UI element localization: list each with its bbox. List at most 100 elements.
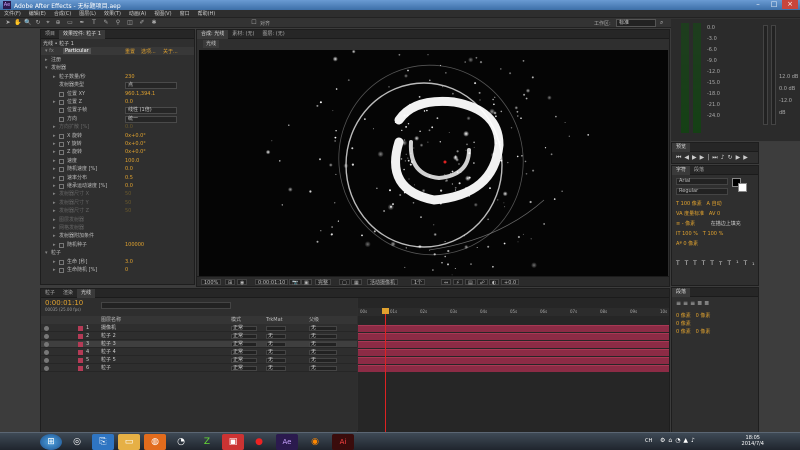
view-layout-select[interactable]: 1个	[411, 279, 426, 286]
property-value[interactable]: 230	[125, 74, 135, 81]
play-icon[interactable]: ▶	[692, 154, 700, 161]
stopwatch-icon[interactable]	[59, 100, 64, 105]
menu-help[interactable]: 帮助(H)	[194, 10, 220, 18]
menu-file[interactable]: 文件(F)	[0, 10, 25, 18]
disclosure-triangle-icon[interactable]: ▸	[53, 133, 56, 140]
blend-mode-select[interactable]: 正常	[231, 342, 257, 347]
effect-property-row[interactable]: ▸ 随机速度 [%] 0.0	[41, 166, 194, 173]
parent-select[interactable]: 无	[309, 326, 337, 331]
effect-property-row[interactable]: ▸ Y 旋转 0x+0.0°	[41, 141, 194, 148]
disclosure-triangle-icon[interactable]: ▸	[53, 149, 56, 156]
audio-slider-right[interactable]	[771, 25, 776, 125]
align-left-icon[interactable]: ≡	[676, 300, 683, 307]
faux-italic-button[interactable]: T	[685, 260, 694, 267]
visibility-eye-icon[interactable]	[44, 358, 49, 363]
camera-snapshot-icon[interactable]: 📷	[289, 279, 302, 286]
tab-timeline-particles[interactable]: 粒子	[41, 289, 59, 298]
property-value[interactable]: 960.1,394.1	[125, 91, 155, 98]
effect-property-row[interactable]: ▸ X 旋转 0x+0.0°	[41, 133, 194, 140]
effect-property-row[interactable]: ▸ 图层发射器	[41, 217, 194, 224]
baidu-app-icon[interactable]: ◎	[66, 434, 88, 450]
faux-bold-button[interactable]: T	[676, 260, 685, 267]
indent-left[interactable]: 0 像素	[676, 313, 691, 319]
property-dropdown[interactable]: 统一	[125, 115, 177, 123]
disclosure-triangle-icon[interactable]: ▸	[53, 217, 56, 224]
effect-property-row[interactable]: ▸ 速度 100.0	[41, 158, 194, 165]
tracking-value[interactable]: 0	[717, 211, 720, 217]
time-ruler[interactable]: 00s 01s 02s 03s 04s 05s 06s 07s 08s 09s 10s	[358, 308, 669, 316]
stopwatch-icon[interactable]	[59, 175, 64, 181]
layer-name[interactable]: 粒子	[101, 365, 111, 372]
layer-search-input[interactable]	[101, 302, 231, 309]
menu-view[interactable]: 视图(V)	[150, 10, 175, 18]
track-matte-select[interactable]	[266, 326, 286, 331]
tab-paragraph[interactable]: 段落	[690, 166, 708, 175]
fx-toggle-icon[interactable]: ▾ fx	[45, 48, 54, 54]
qq-icon[interactable]: ◔	[170, 434, 192, 450]
close-button[interactable]: ×	[782, 0, 798, 9]
after-effects-taskbar-icon[interactable]: Ae	[276, 434, 298, 450]
disclosure-triangle-icon[interactable]: ▸	[53, 74, 56, 81]
selection-tool-icon[interactable]: ➤	[4, 19, 12, 27]
pan-behind-tool-icon[interactable]: ⊕	[54, 19, 62, 27]
text-tool-icon[interactable]: T	[90, 19, 98, 27]
stopwatch-icon[interactable]	[59, 167, 64, 173]
disclosure-triangle-icon[interactable]: ▸	[53, 166, 56, 173]
tray-icons[interactable]: ⚙⌂◔▲♪	[660, 437, 698, 444]
maximize-button[interactable]: □	[766, 0, 782, 9]
property-dropdown[interactable]: 线性 (1倍)	[125, 107, 177, 115]
timeline-icon[interactable]: ▤	[465, 279, 476, 286]
fast-preview-icon[interactable]: ⚡	[453, 279, 463, 286]
stopwatch-icon[interactable]	[59, 142, 64, 147]
property-value[interactable]: 0x+0.0°	[125, 141, 146, 148]
search-help-icon[interactable]: ⌕	[660, 19, 668, 27]
ram-preview-icon[interactable]: ▶▶	[736, 154, 751, 161]
effect-property-row[interactable]: ▸ 网格发射器	[41, 225, 194, 232]
menu-animation[interactable]: 动画(A)	[125, 10, 150, 18]
baseline-value[interactable]: 0 像素	[683, 241, 698, 247]
label-color-swatch[interactable]	[78, 358, 83, 363]
superscript-button[interactable]: T¹	[727, 260, 743, 267]
transparency-grid-icon[interactable]: ▦	[351, 279, 362, 286]
about-link[interactable]: 关于...	[163, 48, 178, 55]
layer-name[interactable]: 粒子 5	[101, 357, 116, 364]
property-value[interactable]: 50	[125, 200, 131, 207]
parent-select[interactable]: 无	[309, 350, 337, 355]
audio-icon[interactable]: ♪	[721, 154, 728, 161]
resolution-select[interactable]: 完整	[315, 279, 332, 286]
options-link[interactable]: 选项...	[141, 48, 156, 55]
disclosure-triangle-icon[interactable]: ▸	[53, 259, 56, 266]
layer-name[interactable]: 摄像机	[101, 325, 116, 332]
horizontal-scale-value[interactable]: 100 %	[707, 231, 723, 237]
effect-property-row[interactable]: ▸ 发射器尺寸 Y 50	[41, 200, 194, 207]
visibility-eye-icon[interactable]	[44, 326, 49, 331]
brush-tool-icon[interactable]: ✎	[102, 19, 110, 27]
effect-property-row[interactable]: ▸ 粒子数量/秒 230	[41, 74, 194, 81]
layer-name[interactable]: 粒子 3	[101, 341, 116, 348]
label-color-swatch[interactable]	[78, 350, 83, 355]
layer-row[interactable]: 5 粒子 5 正常 无 无	[41, 357, 357, 364]
current-time-display[interactable]: 0:00:01:10	[255, 279, 289, 286]
comp-subtab[interactable]: 光线	[203, 40, 220, 48]
vertical-scale-value[interactable]: 100 %	[682, 231, 698, 237]
stopwatch-icon[interactable]	[59, 116, 64, 122]
grid-toggle-icon[interactable]: ⊞	[225, 279, 236, 286]
effect-property-row[interactable]: ▸ 发射器附加条件	[41, 233, 194, 240]
tab-preview[interactable]: 预览	[672, 143, 691, 152]
track-matte-select[interactable]: 无	[266, 334, 286, 339]
property-value[interactable]: 50	[125, 191, 131, 198]
layer-row[interactable]: 3 粒子 3 正常 无 无	[41, 341, 357, 348]
visibility-eye-icon[interactable]	[44, 350, 49, 355]
stroke-option[interactable]: 在描边上填充	[711, 221, 741, 227]
start-button[interactable]: ⊞	[40, 434, 62, 450]
track-matte-select[interactable]: 无	[266, 350, 286, 355]
disclosure-triangle-icon[interactable]: ▸	[53, 141, 56, 148]
property-dropdown[interactable]: 点	[125, 82, 177, 90]
effect-property-row[interactable]: ▸ 速率分布 0.5	[41, 175, 194, 182]
pen-tool-icon[interactable]: ✒	[78, 19, 86, 27]
stopwatch-icon[interactable]	[59, 242, 64, 248]
col-mode[interactable]: 模式	[231, 316, 241, 324]
camera-view-select[interactable]: 活动摄像机	[367, 279, 399, 286]
disclosure-triangle-icon[interactable]: ▸	[53, 124, 56, 131]
next-frame-icon[interactable]: ▶|	[700, 154, 713, 161]
